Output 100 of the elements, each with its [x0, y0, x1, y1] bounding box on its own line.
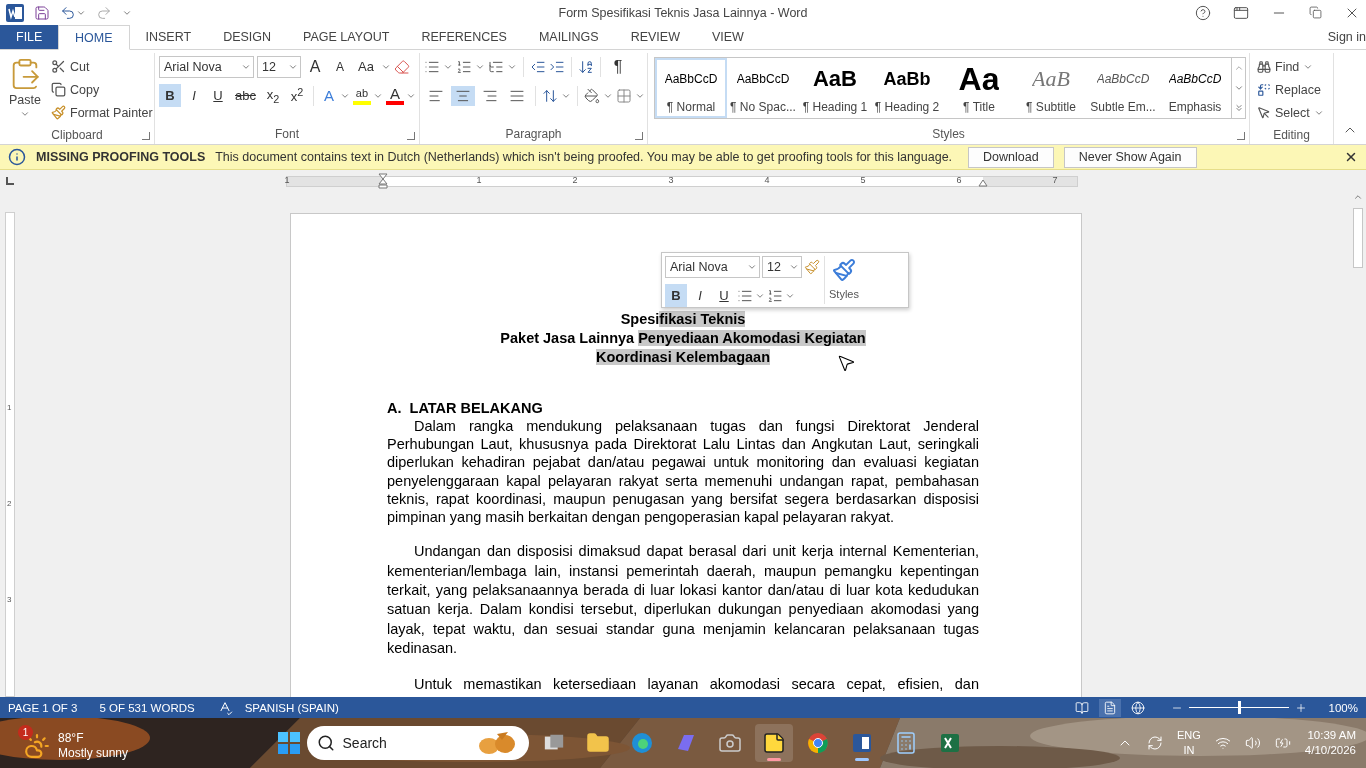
close-icon[interactable] — [1344, 150, 1358, 164]
zoom-in-icon[interactable] — [1294, 701, 1307, 714]
clipboard-button[interactable]: Format Painter — [48, 101, 156, 124]
sign-in-link[interactable]: Sign in — [1327, 30, 1366, 44]
group-label: Styles — [932, 127, 965, 141]
font-name-field[interactable]: Arial Nova — [159, 55, 254, 78]
format-button[interactable]: abc — [231, 84, 260, 107]
borders-icon[interactable] — [616, 88, 632, 104]
scroll-down-icon[interactable] — [1233, 83, 1244, 93]
body-paragraph: Dalam rangka mendukung pelaksanaan tugas dan fungsi Direktorat Jenderal Perhubungan Laut, khususnya pada Direktorat Lalu Lintas dan Angkutan Laut, seringkali diperlukan kehadiran pejabat dan/atau pegawai untuk monitoring dan evaluasi kegiatan penyelenggaraan kapal pelayaran rakyat serta memenuhi undangan rapat, pembahasan teknis, rapat koordinasi, maupun penugasan yang bersifat segera berdasarkan disposisi pimpinan yang masih berkaitan dengan pengoperasian kapal pelayaran rakyat. — [387, 417, 979, 527]
dialog-launcher-icon[interactable] — [407, 132, 415, 140]
browser-icon[interactable] — [805, 731, 830, 755]
section-heading: A. LATAR BELAKANG — [387, 399, 544, 417]
line-spacing-icon[interactable] — [542, 88, 558, 104]
scrollbar-thumb[interactable] — [1353, 208, 1363, 268]
clipboard-button[interactable]: Cut — [48, 55, 156, 78]
save-icon[interactable] — [34, 4, 50, 21]
caret-icon[interactable] — [603, 91, 613, 101]
read-mode-icon[interactable] — [1074, 700, 1089, 715]
restore-icon[interactable] — [1309, 6, 1322, 19]
window-title: Form Spesifikasi Teknis Jasa Lainnya - Word — [557, 5, 809, 20]
format-button[interactable]: U — [713, 284, 735, 307]
ribbon-display-icon[interactable] — [1233, 4, 1249, 21]
format-button[interactable]: U — [207, 84, 229, 107]
camera-icon[interactable] — [717, 731, 742, 755]
wifi-icon[interactable] — [1214, 735, 1231, 751]
replace-button[interactable]: Replace — [1254, 78, 1327, 101]
shrink-font-button[interactable]: A — [329, 55, 351, 78]
ruler-number: 7 — [1052, 174, 1058, 185]
find-button[interactable]: Find — [1254, 55, 1327, 78]
text-effects-button[interactable]: A — [318, 88, 339, 103]
highlight-button[interactable]: ab — [351, 86, 372, 105]
font-color-button[interactable]: A — [384, 86, 405, 105]
caret-icon[interactable] — [635, 91, 645, 101]
help-icon[interactable] — [1195, 4, 1211, 21]
redo-icon[interactable] — [96, 4, 112, 21]
folder-icon[interactable] — [585, 731, 610, 755]
style-item[interactable]: AaBbCcD ¶ Normal — [655, 58, 727, 118]
numbering-icon[interactable] — [456, 58, 472, 75]
dialog-launcher-icon[interactable] — [142, 132, 150, 140]
align-center-icon[interactable] — [455, 88, 471, 104]
format-button[interactable]: x$_{2}$ — [261, 84, 284, 107]
tab-selector-icon[interactable] — [6, 177, 14, 185]
page-count[interactable]: PAGE 1 OF 3 — [8, 701, 78, 714]
sort-icon[interactable] — [578, 58, 594, 75]
justify-icon[interactable] — [509, 88, 525, 104]
document-title: Koordinasi Kelembagaan — [594, 348, 772, 367]
ribbon-tab[interactable]: HOME — [58, 25, 130, 50]
clock-date[interactable]: 4/10/2026 — [1304, 743, 1356, 758]
battery-icon[interactable] — [1274, 735, 1291, 751]
format-button[interactable]: I — [183, 84, 205, 107]
undo-icon[interactable] — [60, 4, 76, 21]
font-size-field[interactable]: 12 — [257, 55, 301, 78]
start-icon[interactable] — [276, 731, 301, 755]
caret-icon[interactable] — [20, 109, 30, 119]
browser-icon[interactable] — [629, 731, 654, 755]
group-label: Paragraph — [505, 127, 562, 141]
select-button[interactable]: Select — [1254, 101, 1327, 124]
caret-icon[interactable] — [561, 91, 571, 101]
format-button[interactable]: I — [689, 284, 711, 307]
indent-marker-icon[interactable] — [378, 172, 388, 189]
message-button[interactable]: Never Show Again — [1063, 146, 1197, 168]
shading-icon[interactable] — [584, 88, 600, 104]
paste-button[interactable]: Paste — [4, 55, 46, 124]
message-button[interactable]: Download — [968, 146, 1054, 168]
message-text: This document contains text in Dutch (Netherlands) which isn't being proofed. You may be able to get proofing tools for this language. — [215, 150, 953, 164]
volume-icon[interactable] — [1244, 735, 1261, 751]
web-layout-icon[interactable] — [1130, 700, 1145, 715]
zoom-level[interactable]: 100% — [1328, 701, 1358, 714]
print-layout-icon[interactable] — [1102, 700, 1117, 715]
format-painter-icon[interactable] — [804, 259, 820, 275]
change-case-button[interactable]: Aa — [354, 55, 378, 78]
ribbon-tab[interactable]: FILE — [0, 25, 58, 49]
format-button[interactable]: B — [159, 84, 181, 107]
group-label: Editing — [1273, 128, 1310, 142]
word-count[interactable]: 5 OF 531 WORDS — [99, 701, 195, 714]
clear-formatting-icon[interactable] — [393, 58, 410, 75]
font-size-field[interactable]: 12 — [762, 256, 802, 278]
numbering-icon[interactable] — [767, 287, 783, 304]
align-right-icon[interactable] — [482, 88, 498, 104]
scroll-up-icon[interactable] — [1353, 192, 1363, 202]
dialog-launcher-icon[interactable] — [635, 132, 643, 140]
search-field[interactable]: Search — [306, 726, 529, 760]
language-indicator[interactable]: SPANISH (SPAIN) — [244, 701, 339, 714]
grow-font-button[interactable]: A — [304, 55, 326, 78]
more-styles-icon[interactable] — [1233, 103, 1244, 113]
show-marks-button[interactable]: ¶ — [607, 55, 629, 78]
sticky-note-icon[interactable] — [761, 731, 786, 755]
format-button[interactable]: B — [665, 284, 687, 307]
dialog-launcher-icon[interactable] — [1237, 132, 1245, 140]
word-logo-icon — [6, 3, 24, 22]
styles-button[interactable]: Styles — [824, 256, 863, 304]
caret-icon[interactable] — [747, 262, 757, 272]
right-indent-icon[interactable] — [978, 178, 988, 187]
format-button[interactable]: x$^{2}$ — [285, 84, 308, 107]
clipboard-button[interactable]: Copy — [48, 78, 156, 101]
sync-icon[interactable] — [1147, 735, 1163, 751]
caret-icon[interactable] — [789, 262, 799, 272]
align-left-icon[interactable] — [428, 88, 444, 104]
font-name-field[interactable]: Arial Nova — [665, 256, 760, 278]
